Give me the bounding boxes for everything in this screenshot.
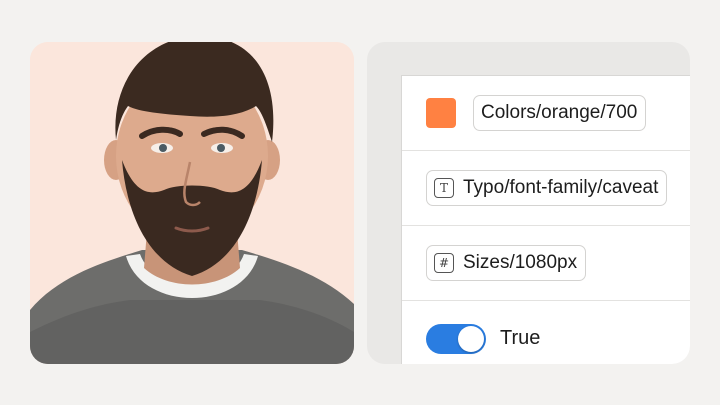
variable-row-string[interactable]: T Typo/font-family/caveat <box>402 151 690 226</box>
toggle-switch[interactable] <box>426 323 486 354</box>
number-type-icon: # <box>434 253 454 273</box>
toggle-knob[interactable] <box>458 325 484 352</box>
variable-row-number[interactable]: # Sizes/1080px <box>402 226 690 301</box>
variable-chip-number[interactable]: # Sizes/1080px <box>426 245 587 281</box>
variable-row-color[interactable]: Colors/orange/700 <box>402 76 690 151</box>
variable-chip-color[interactable]: Colors/orange/700 <box>473 95 647 131</box>
variable-row-boolean[interactable]: True <box>402 301 690 364</box>
variable-chip-string[interactable]: T Typo/font-family/caveat <box>426 170 668 206</box>
variables-list: Colors/orange/700 T Typo/font-family/cav… <box>401 75 690 364</box>
boolean-value-label: True <box>500 327 541 349</box>
variable-label: Colors/orange/700 <box>481 102 638 123</box>
color-swatch[interactable] <box>426 98 456 128</box>
variable-label: Typo/font-family/caveat <box>463 177 659 198</box>
variable-label: Sizes/1080px <box>463 252 578 273</box>
variables-panel: Colors/orange/700 T Typo/font-family/cav… <box>367 42 690 364</box>
text-type-icon: T <box>434 178 454 198</box>
portrait-photo <box>30 42 354 364</box>
canvas: Colors/orange/700 T Typo/font-family/cav… <box>0 0 720 405</box>
